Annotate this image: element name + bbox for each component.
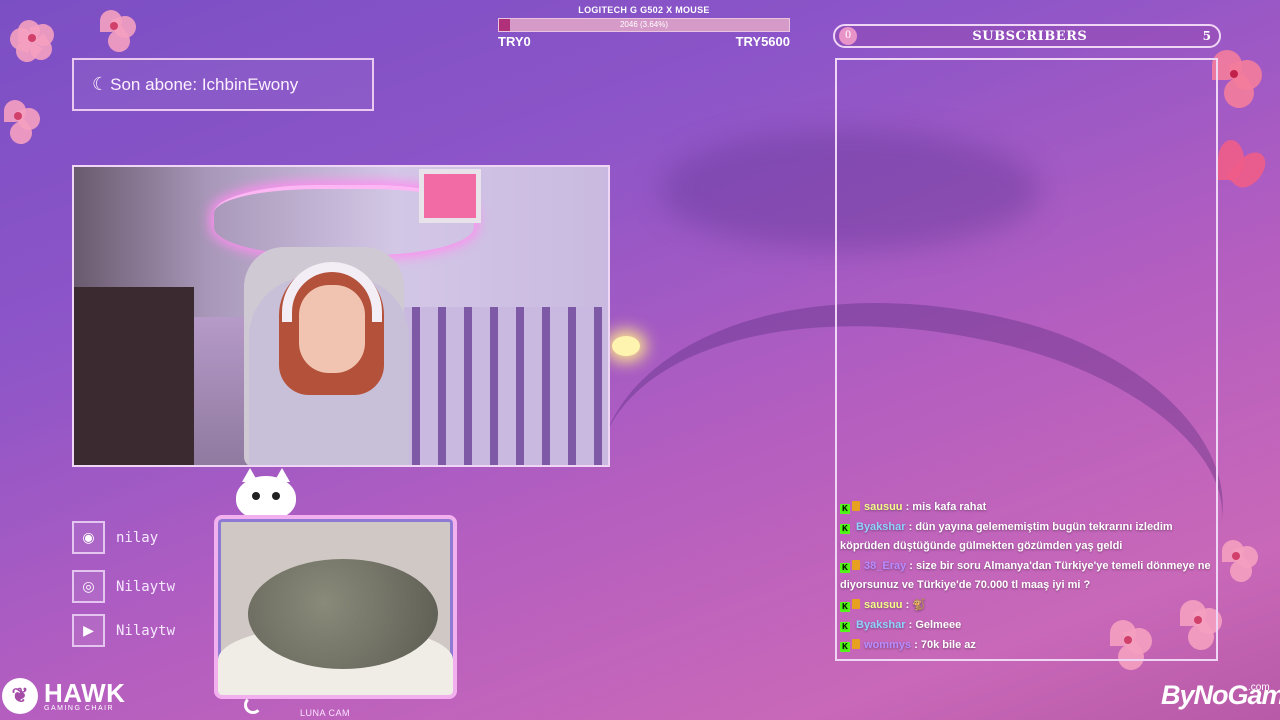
chat-username[interactable]: Byakshar	[856, 619, 906, 631]
goal-max-label: TRY5600	[735, 34, 790, 49]
donation-goal-widget: LOGITECH G G502 X MOUSE 2046 (3.64%) TRY…	[498, 5, 790, 49]
hawk-sub: GAMING CHAIR	[44, 704, 115, 712]
last-subscriber-box: ☾ Son abone: IchbinEwony	[72, 58, 374, 111]
subscribers-min: 0	[839, 27, 857, 45]
cat-tail-icon	[244, 696, 262, 714]
cat-head-icon	[236, 468, 296, 520]
last-subscriber-text: Son abone: IchbinEwony	[110, 74, 299, 94]
subscribers-title: SUBSCRIBERS	[972, 28, 1088, 44]
discord-icon: ◉	[72, 521, 105, 554]
kick-badge-icon: K	[840, 622, 850, 632]
goal-title: LOGITECH G G502 X MOUSE	[578, 5, 710, 15]
chat-username[interactable]: sausuu	[864, 501, 903, 513]
hawk-name: HAWK	[44, 677, 126, 708]
chat-message: Ksausuu : mis kafa rahat	[840, 498, 1212, 517]
social-instagram: ◎ Nilaytw	[72, 570, 175, 603]
chat-text: : Gelmeee	[905, 619, 962, 631]
chat-username[interactable]: sausuu	[864, 599, 903, 611]
chat-message: K Byakshar : dün yayına gelememiştim bugü…	[840, 518, 1212, 556]
chat-text: : 🐒	[902, 599, 926, 611]
social-label: Nilaytw	[116, 578, 176, 595]
chat-username[interactable]: wommys	[864, 639, 911, 651]
goal-progress-text: 2046 (3.64%)	[619, 20, 669, 29]
kick-badge-icon: K	[840, 504, 850, 514]
chat-text: : 70k bile az	[911, 639, 976, 651]
subscribers-goal-bar: 0 SUBSCRIBERS 5	[833, 24, 1221, 48]
chat-box: Ksausuu : mis kafa rahat K Byakshar : dün …	[840, 498, 1212, 656]
goal-progress-bar: 2046 (3.64%)	[498, 18, 790, 32]
social-label: Nilaytw	[116, 622, 176, 639]
subscriber-badge-icon	[852, 560, 860, 570]
chat-message: Ksausuu : 🐒	[840, 596, 1212, 615]
chat-message: K 38_Eray : size bir soru Almanya'dan Tür…	[840, 557, 1212, 595]
subscribers-max: 5	[1202, 29, 1211, 43]
kick-badge-icon: K	[840, 524, 850, 534]
chat-username[interactable]: Byakshar	[856, 521, 906, 533]
hawk-feather-icon: ❦	[2, 678, 38, 714]
kick-badge-icon: K	[840, 563, 850, 573]
instagram-icon: ◎	[72, 570, 105, 603]
subscriber-badge-icon	[852, 501, 860, 511]
social-youtube: ▶ Nilaytw	[72, 614, 175, 647]
moon-icon: ☾	[92, 74, 109, 94]
cat-webcam	[214, 515, 457, 699]
chat-message: K Byakshar : Gelmeee	[840, 616, 1212, 635]
social-label: nilay	[116, 529, 159, 546]
chat-username[interactable]: 38_Eray	[864, 560, 906, 572]
chat-text: : mis kafa rahat	[902, 501, 987, 513]
subscriber-badge-icon	[852, 599, 860, 609]
kick-badge-icon: K	[840, 642, 850, 652]
bynogame-domain: .com	[1248, 682, 1270, 693]
background-lamp-light	[612, 336, 640, 356]
hawk-logo: ❦ HAWK GAMING CHAIR	[2, 678, 125, 714]
goal-min-label: TRY0	[498, 34, 531, 49]
main-webcam	[72, 165, 610, 467]
subscriber-badge-icon	[852, 639, 860, 649]
social-discord: ◉ nilay	[72, 521, 158, 554]
chat-message: Kwommys : 70k bile az	[840, 636, 1212, 655]
cat-cam-label: LUNA CAM	[300, 708, 351, 718]
youtube-icon: ▶	[72, 614, 105, 647]
kick-badge-icon: K	[840, 602, 850, 612]
